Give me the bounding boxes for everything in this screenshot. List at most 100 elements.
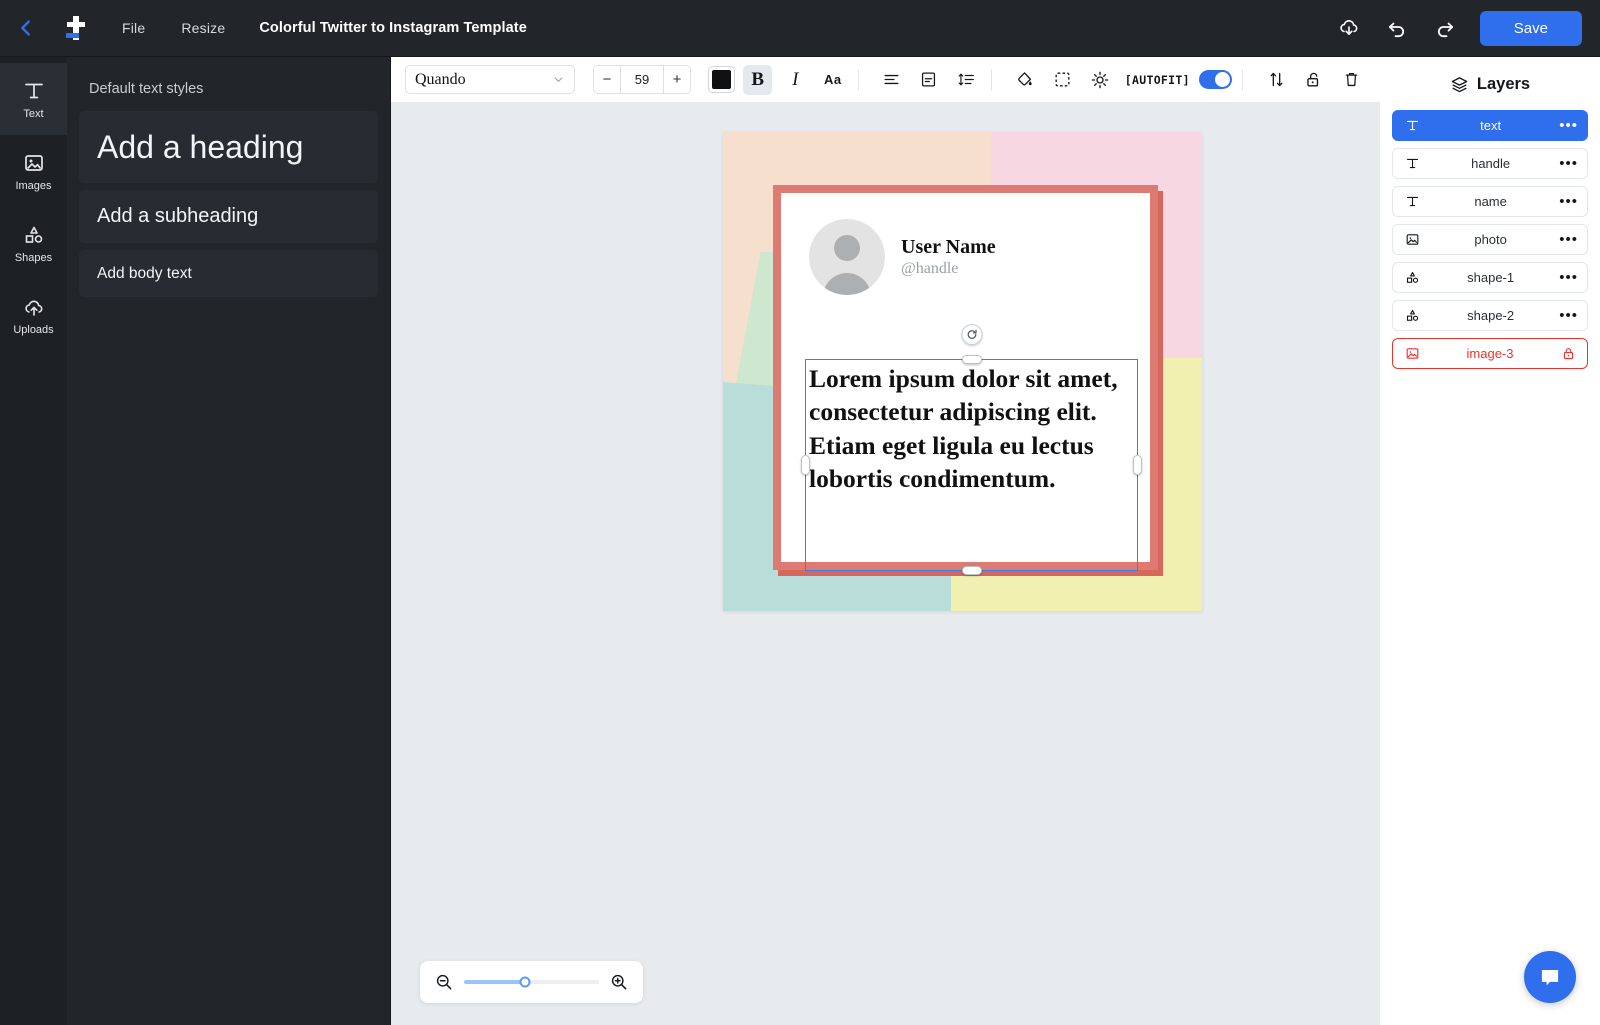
layer-name: shape-2 xyxy=(1467,308,1515,323)
lock-icon[interactable] xyxy=(1558,346,1578,361)
font-family-select[interactable]: Quando xyxy=(405,65,575,94)
layers-title: Layers xyxy=(1380,75,1600,110)
zoom-slider[interactable] xyxy=(464,976,599,988)
autofit-toggle-knob xyxy=(1215,72,1231,87)
app-logo[interactable] xyxy=(52,11,104,45)
selection-button[interactable] xyxy=(1048,65,1078,95)
align-button[interactable] xyxy=(877,65,907,95)
file-menu[interactable]: File xyxy=(104,14,163,42)
text-layer-icon xyxy=(1402,194,1422,209)
font-size-stepper: − 59 + xyxy=(592,65,692,94)
resize-menu[interactable]: Resize xyxy=(163,14,243,42)
rail-label-shapes: Shapes xyxy=(14,251,53,264)
redo-button[interactable] xyxy=(1432,15,1458,41)
artboard[interactable]: User Name @handle Lorem ipsum dolor sit … xyxy=(723,132,1202,611)
style-add-body-text[interactable]: Add body text xyxy=(79,250,378,297)
rail-item-images[interactable]: Images xyxy=(0,135,67,207)
autofit-toggle[interactable] xyxy=(1198,70,1233,89)
layer-menu-button[interactable]: ••• xyxy=(1559,156,1578,171)
zoom-slider-knob[interactable] xyxy=(519,976,531,988)
top-bar: File Resize Colorful Twitter to Instagra… xyxy=(0,0,1600,57)
arrange-icon xyxy=(1270,72,1283,87)
arrange-button[interactable] xyxy=(1261,65,1291,95)
layers-icon xyxy=(1451,77,1468,93)
back-button[interactable] xyxy=(0,17,52,39)
style-add-subheading[interactable]: Add a subheading xyxy=(79,190,378,243)
rail-label-uploads: Uploads xyxy=(13,323,54,336)
tweet-body-text[interactable]: Lorem ipsum dolor sit amet, consectetur … xyxy=(807,361,1136,569)
canvas-area[interactable]: User Name @handle Lorem ipsum dolor sit … xyxy=(391,103,1380,1025)
tweet-identity: User Name @handle xyxy=(901,236,996,278)
layer-row-shape-2[interactable]: shape-2 ••• xyxy=(1392,300,1588,331)
trash-icon xyxy=(1345,73,1357,87)
rotate-handle[interactable] xyxy=(961,324,982,345)
text-color-button[interactable] xyxy=(708,66,735,93)
vertical-align-icon xyxy=(922,72,936,87)
toolbar-divider-3 xyxy=(1242,68,1244,91)
save-button[interactable]: Save xyxy=(1479,10,1582,46)
vertical-align-button[interactable] xyxy=(914,65,944,95)
brightness-button[interactable] xyxy=(1085,65,1115,95)
download-cloud-icon xyxy=(1340,20,1358,35)
app-root: File Resize Colorful Twitter to Instagra… xyxy=(0,0,1600,1025)
text-color-swatch xyxy=(712,70,732,89)
tweet-card-header: User Name @handle xyxy=(781,193,1150,295)
layer-name: handle xyxy=(1471,156,1511,171)
zoom-in-icon[interactable] xyxy=(609,972,629,992)
bold-button[interactable]: B xyxy=(742,64,773,95)
layer-row-name[interactable]: name ••• xyxy=(1392,186,1588,217)
image-layer-icon xyxy=(1402,346,1422,361)
layer-menu-button[interactable]: ••• xyxy=(1559,232,1578,247)
font-size-value[interactable]: 59 xyxy=(620,66,664,93)
font-size-increase[interactable]: + xyxy=(663,66,691,93)
fill-color-button[interactable] xyxy=(1010,65,1040,95)
rail-item-text[interactable]: Text xyxy=(0,63,67,135)
document-title: Colorful Twitter to Instagram Template xyxy=(259,20,527,36)
upload-cloud-icon xyxy=(24,300,42,316)
undo-button[interactable] xyxy=(1384,15,1410,41)
layer-row-photo[interactable]: photo ••• xyxy=(1392,224,1588,255)
font-family-value: Quando xyxy=(415,70,466,88)
text-case-button[interactable]: Aa xyxy=(818,65,848,95)
bold-label: B xyxy=(751,68,765,90)
unlock-icon xyxy=(1307,72,1319,87)
layers-title-label: Layers xyxy=(1476,75,1531,93)
layer-name: shape-1 xyxy=(1467,270,1515,285)
user-handle[interactable]: @handle xyxy=(901,259,996,278)
layer-menu-button[interactable]: ••• xyxy=(1559,118,1578,133)
brightness-icon xyxy=(1091,71,1109,88)
delete-button[interactable] xyxy=(1336,65,1366,95)
download-button[interactable] xyxy=(1336,15,1362,41)
top-bar-actions: Save xyxy=(1336,10,1600,46)
image-icon xyxy=(24,154,43,171)
lock-button[interactable] xyxy=(1299,65,1329,95)
layer-menu-button[interactable]: ••• xyxy=(1559,270,1578,285)
tweet-card[interactable]: User Name @handle Lorem ipsum dolor sit … xyxy=(773,185,1158,575)
support-chat-button[interactable] xyxy=(1524,951,1576,1003)
layer-row-shape-1[interactable]: shape-1 ••• xyxy=(1392,262,1588,293)
zoom-out-icon[interactable] xyxy=(434,972,454,992)
line-height-button[interactable] xyxy=(952,65,982,95)
selection-icon xyxy=(1055,72,1070,87)
italic-button[interactable]: I xyxy=(780,65,810,95)
rail-label-text: Text xyxy=(23,107,44,120)
style-add-heading[interactable]: Add a heading xyxy=(79,111,378,183)
layer-row-image-3[interactable]: image-3 xyxy=(1392,338,1588,369)
layer-row-text[interactable]: text ••• xyxy=(1392,110,1588,141)
layer-row-handle[interactable]: handle ••• xyxy=(1392,148,1588,179)
rail-item-shapes[interactable]: Shapes xyxy=(0,207,67,279)
avatar[interactable] xyxy=(809,219,885,295)
left-rail: Text Images Shapes Uploads xyxy=(0,57,67,1025)
user-name[interactable]: User Name xyxy=(901,236,996,259)
avatar-head xyxy=(834,235,860,261)
font-size-decrease[interactable]: − xyxy=(593,66,621,93)
text-layer-icon xyxy=(1402,156,1422,171)
text-layer-icon xyxy=(1402,118,1422,133)
italic-label: I xyxy=(792,68,799,90)
line-height-icon xyxy=(958,73,974,86)
layer-menu-button[interactable]: ••• xyxy=(1559,194,1578,209)
layers-panel: Layers text ••• handle ••• name ••• phot… xyxy=(1380,57,1600,1025)
rail-item-uploads[interactable]: Uploads xyxy=(0,279,67,351)
rail-label-images: Images xyxy=(15,179,52,192)
layer-menu-button[interactable]: ••• xyxy=(1559,308,1578,323)
